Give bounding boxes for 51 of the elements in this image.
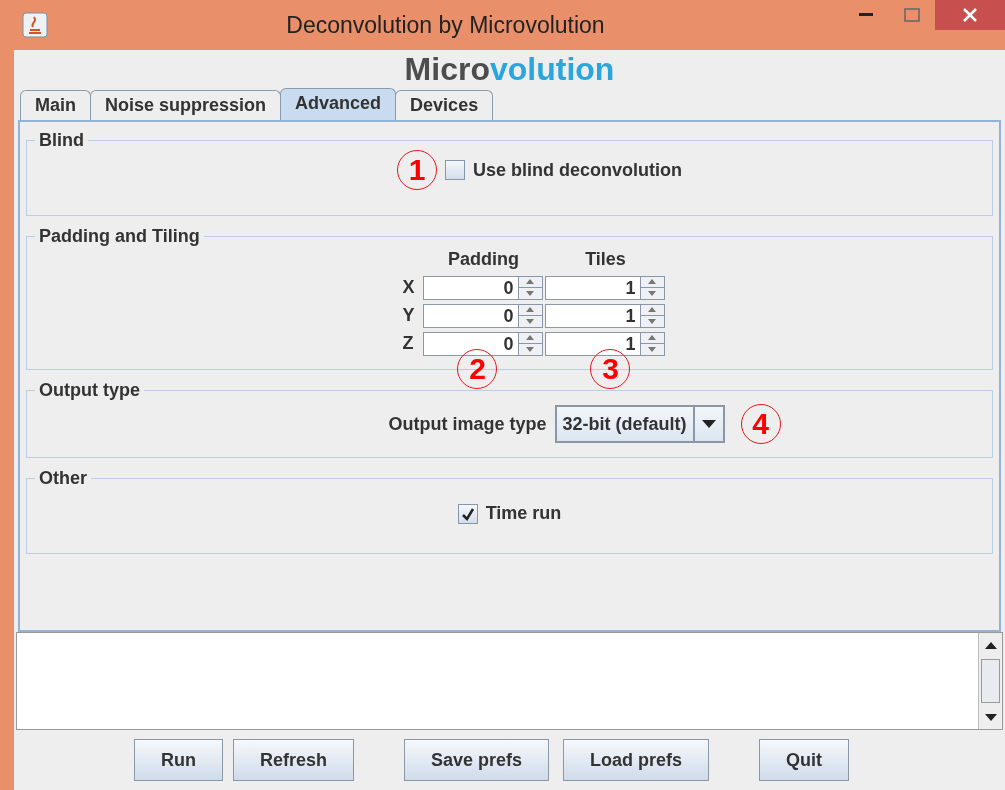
button[interactable]: Save prefs xyxy=(404,739,550,781)
spinner-field[interactable]: 1 xyxy=(544,331,665,356)
increment-icon[interactable] xyxy=(526,335,534,341)
increment-icon[interactable] xyxy=(648,279,656,285)
spinner-field[interactable]: 1 xyxy=(544,275,665,300)
button[interactable]: Run xyxy=(134,739,223,781)
button[interactable]: Refresh xyxy=(233,739,355,781)
tab[interactable]: Devices xyxy=(395,90,494,120)
caret-icon xyxy=(701,420,716,428)
close-icon[interactable] xyxy=(963,8,977,22)
group-title: Blind xyxy=(38,130,85,150)
increment-icon[interactable] xyxy=(648,335,656,341)
spinner-field[interactable]: 0 xyxy=(422,303,543,328)
minimize-icon[interactable] xyxy=(859,13,873,17)
tab[interactable]: Advanced xyxy=(280,88,397,120)
scrollbar[interactable] xyxy=(978,633,1002,729)
increment-icon[interactable] xyxy=(648,307,656,313)
logo-text: Microvolution xyxy=(404,50,615,88)
increment-icon[interactable] xyxy=(526,307,534,313)
decrement-icon[interactable] xyxy=(526,318,534,324)
checkbox[interactable] xyxy=(457,503,478,524)
field-label: Output image type xyxy=(388,412,547,436)
output-type-dropdown[interactable]: 32-bit (default) xyxy=(554,405,725,443)
button[interactable]: Load prefs xyxy=(563,739,710,781)
row-label: Y xyxy=(402,304,416,327)
spinner-field[interactable]: 1 xyxy=(544,303,665,328)
spinner-field[interactable]: 0 xyxy=(422,331,543,356)
decrement-icon[interactable] xyxy=(526,290,534,296)
decrement-icon[interactable] xyxy=(648,318,656,324)
window-title: Deconvolution by Microvolution xyxy=(285,10,606,40)
decrement-icon[interactable] xyxy=(648,290,656,296)
increment-icon[interactable] xyxy=(526,279,534,285)
checkbox[interactable] xyxy=(445,160,465,180)
scroll-down-icon[interactable] xyxy=(984,713,997,721)
spinner-field[interactable]: 0 xyxy=(422,275,543,300)
close-button[interactable] xyxy=(935,0,1005,30)
row-label: Z xyxy=(402,332,415,355)
group-title: Padding and Tiling xyxy=(38,226,201,246)
scroll-up-icon[interactable] xyxy=(984,641,997,649)
tab[interactable]: Main xyxy=(20,90,91,120)
button[interactable]: Quit xyxy=(759,739,850,781)
decrement-icon[interactable] xyxy=(648,346,656,352)
row-label: X xyxy=(402,276,416,299)
group-title: Output type xyxy=(38,380,141,400)
decrement-icon[interactable] xyxy=(526,346,534,352)
checkbox-label: Time run xyxy=(485,502,562,525)
checkbox-label: Use blind deconvolution xyxy=(473,158,682,182)
group-title: Other xyxy=(38,468,88,488)
column-header: Tiles xyxy=(584,248,627,271)
app-icon xyxy=(22,12,48,38)
column-header: Padding xyxy=(447,248,520,271)
